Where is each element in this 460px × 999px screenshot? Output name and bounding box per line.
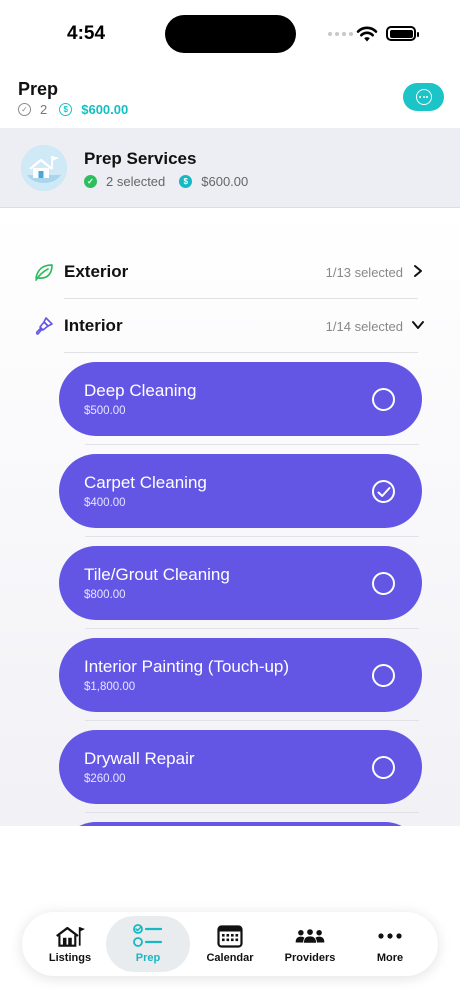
check-circle-icon: ✓ <box>18 103 31 116</box>
service-item-row: Carpet Cleaning $400.00 <box>0 454 460 546</box>
tab-bar: Listings Prep Calendar Providers More <box>22 912 438 976</box>
leaf-icon <box>35 264 53 281</box>
dollar-circle-icon: $ <box>179 175 193 188</box>
tab-more[interactable]: More <box>348 916 432 972</box>
house-flag-icon <box>21 145 67 191</box>
status-time: 4:54 <box>67 23 106 44</box>
service-item-row-partial <box>0 822 460 826</box>
tab-label: Providers <box>284 952 336 964</box>
service-selected-text: 2 selected <box>106 174 166 189</box>
people-icon <box>295 924 325 948</box>
page-title: Prep <box>18 79 59 99</box>
category-label: Exterior <box>64 262 129 281</box>
service-item-name: Carpet Cleaning <box>84 473 207 492</box>
category-exterior[interactable]: Exterior 1/13 selected <box>0 245 460 299</box>
category-count: 1/14 selected <box>325 319 403 334</box>
category-interior[interactable]: Interior 1/14 selected <box>0 299 460 353</box>
service-item-price: $1,800.00 <box>84 681 136 693</box>
unselected-radio[interactable] <box>372 664 395 687</box>
ellipsis-circle-icon <box>415 89 432 105</box>
service-item-name: Tile/Grout Cleaning <box>84 565 230 584</box>
divider <box>85 812 419 813</box>
service-summary: ✓ 2 selected $ $600.00 <box>84 174 248 189</box>
chevron-right-icon <box>414 265 422 277</box>
service-item-price: $400.00 <box>84 497 126 509</box>
unselected-radio[interactable] <box>372 756 395 779</box>
divider <box>85 536 419 537</box>
divider <box>64 352 418 353</box>
service-item[interactable] <box>59 822 422 826</box>
tab-label: Prep <box>135 952 161 964</box>
calendar-icon <box>215 924 245 948</box>
service-item[interactable]: Interior Painting (Touch-up) $1,800.00 <box>59 638 422 712</box>
service-item[interactable]: Carpet Cleaning $400.00 <box>59 454 422 528</box>
status-bar: 4:54 <box>0 0 460 70</box>
dollar-circle-icon: $ <box>59 103 73 116</box>
header-summary: ✓ 2 $ $600.00 <box>18 102 128 117</box>
checklist-icon <box>133 924 163 948</box>
battery-icon <box>386 26 419 41</box>
service-item-row: Tile/Grout Cleaning $800.00 <box>0 546 460 638</box>
service-item-price: $800.00 <box>84 589 126 601</box>
service-list[interactable]: Exterior 1/13 selected Interior 1/14 sel… <box>0 209 460 826</box>
checkmark-icon <box>377 486 390 497</box>
unselected-radio[interactable] <box>372 388 395 411</box>
divider <box>85 628 419 629</box>
tab-label: Listings <box>48 952 92 964</box>
tab-prep[interactable]: Prep <box>106 916 190 972</box>
more-dots-icon <box>375 924 405 948</box>
wifi-icon <box>356 26 378 42</box>
category-label: Interior <box>64 316 123 335</box>
service-item-row: Drywall Repair $260.00 <box>0 730 460 822</box>
selected-checkmark-radio[interactable] <box>372 480 395 503</box>
chevron-down-icon <box>412 321 424 329</box>
tab-label: More <box>376 952 404 964</box>
service-item-row: Deep Cleaning $500.00 <box>0 362 460 454</box>
total-price: $600.00 <box>81 102 129 117</box>
service-item[interactable]: Drywall Repair $260.00 <box>59 730 422 804</box>
more-options-button[interactable] <box>403 83 444 111</box>
tab-label: Calendar <box>206 952 254 964</box>
tab-calendar[interactable]: Calendar <box>188 916 272 972</box>
service-item[interactable]: Deep Cleaning $500.00 <box>59 362 422 436</box>
tab-providers[interactable]: Providers <box>268 916 352 972</box>
category-count: 1/13 selected <box>325 265 403 280</box>
service-summary-card[interactable]: Prep Services ✓ 2 selected $ $600.00 <box>0 128 460 208</box>
tab-listings[interactable]: Listings <box>28 916 112 972</box>
paintbrush-icon <box>35 317 53 335</box>
service-item-name: Deep Cleaning <box>84 381 197 400</box>
service-item-price: $500.00 <box>84 405 126 417</box>
divider <box>85 720 419 721</box>
check-circle-icon: ✓ <box>84 175 97 188</box>
dynamic-island <box>165 15 296 53</box>
service-item-row: Interior Painting (Touch-up) $1,800.00 <box>0 638 460 730</box>
unselected-radio[interactable] <box>372 572 395 595</box>
cellular-signal-icon <box>328 32 353 36</box>
page-header: Prep ✓ 2 $ $600.00 <box>0 70 460 128</box>
selected-count: 2 <box>40 102 48 117</box>
divider <box>85 444 419 445</box>
house-flag-icon <box>55 924 85 948</box>
service-title: Prep Services <box>84 149 197 168</box>
service-item[interactable]: Tile/Grout Cleaning $800.00 <box>59 546 422 620</box>
service-item-name: Drywall Repair <box>84 749 195 768</box>
service-item-price: $260.00 <box>84 773 126 785</box>
service-item-name: Interior Painting (Touch-up) <box>84 657 290 676</box>
service-total-price: $600.00 <box>201 174 249 189</box>
